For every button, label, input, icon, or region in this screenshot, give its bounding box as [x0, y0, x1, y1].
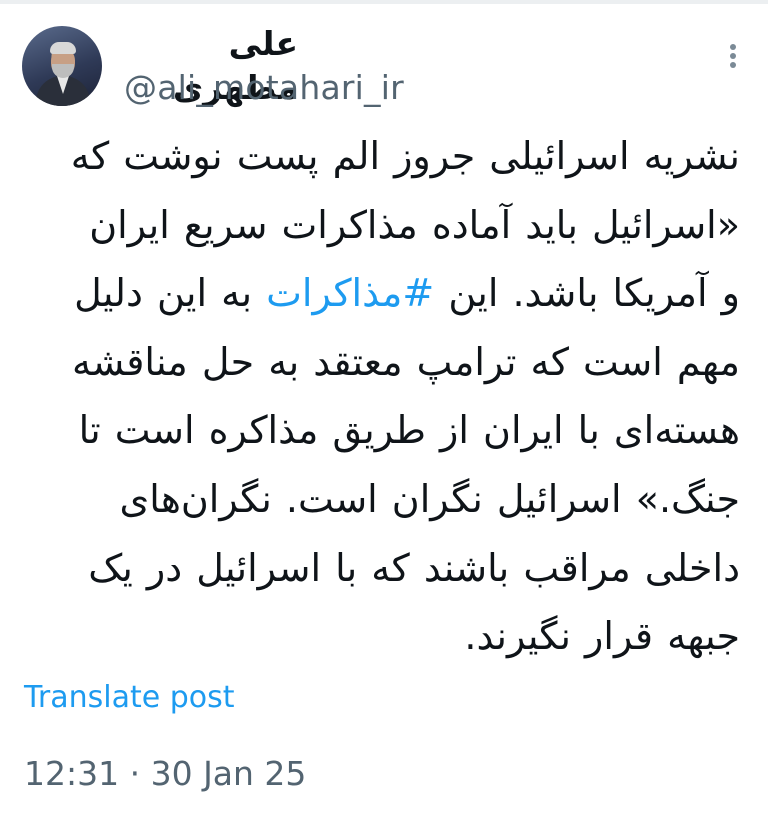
tweet-text-segment: و آمریکا باشد. این — [434, 271, 740, 316]
tweet-text-line: «اسرائیل باید آماده مذاکرات سریع ایران — [89, 202, 740, 247]
tweet-text-line: جنگ.» اسرائیل نگران است. نگران‌های — [119, 476, 741, 521]
tweet-text-line: نشریه اسرائیلی جروز الم پست نوشت که — [70, 134, 740, 178]
author-handle[interactable]: @ali_motahari_ir — [124, 66, 404, 110]
avatar[interactable] — [22, 26, 102, 106]
tweet-text-line: و آمریکا باشد. این #مذاکرات به این دلیل — [14, 259, 740, 328]
hashtag-link[interactable]: #مذاکرات — [266, 271, 434, 315]
tweet-text: نشریه اسرائیلی جروز الم پست نوشت که «اسر… — [14, 122, 740, 671]
tweet-text-line: هسته‌ای با ایران از طریق مذاکره است تا — [78, 408, 740, 453]
tweet-text-line: داخلی مراقب باشند که با اسرائیل در یک — [88, 545, 740, 590]
tweet-text-line: جبهه قرار نگیرند. — [464, 614, 740, 659]
post-date: 30 Jan 25 — [150, 754, 307, 793]
timestamp[interactable]: 12:31 · 30 Jan 25 — [24, 752, 306, 796]
tweet-text-line: مهم است که ترامپ معتقد به حل مناقشه — [71, 339, 740, 384]
meta-separator: · — [119, 754, 151, 793]
translate-post-link[interactable]: Translate post — [24, 678, 235, 718]
more-options-icon[interactable] — [726, 44, 740, 74]
avatar-hair-shape — [50, 42, 76, 54]
tweet-text-segment: به این دلیل — [74, 271, 267, 316]
post-time: 12:31 — [24, 754, 120, 793]
tweet-card: علی مطهری @ali_motahari_ir نشریه اسرائیل… — [0, 0, 768, 818]
